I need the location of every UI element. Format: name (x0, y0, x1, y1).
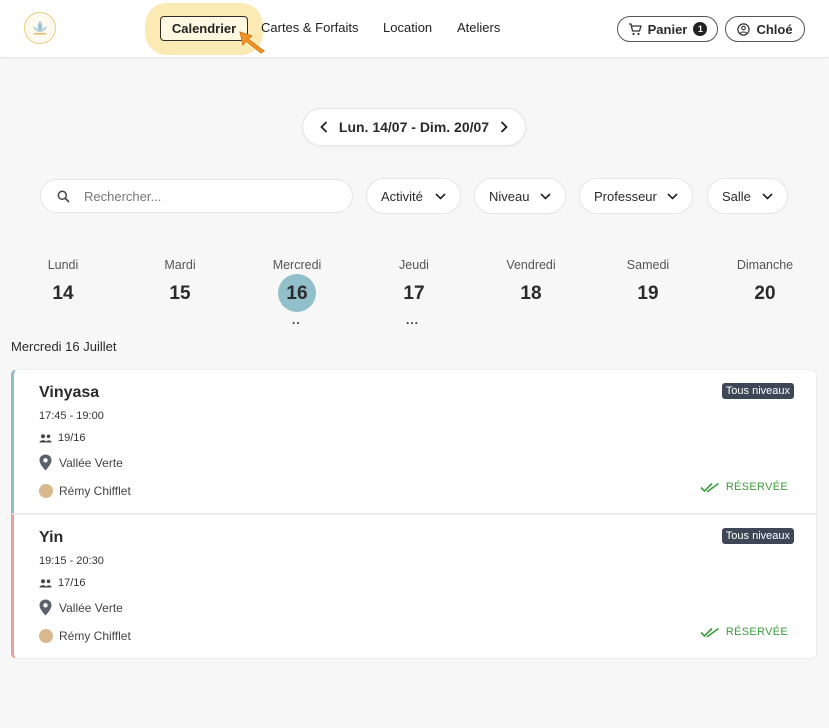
day-name: Dimanche (736, 258, 794, 272)
chevron-down-icon (762, 192, 773, 200)
filter-salle-label: Salle (722, 188, 751, 204)
day-column-dimanche[interactable]: Dimanche 20 (725, 258, 805, 308)
capacity-value: 17/16 (58, 577, 86, 589)
class-teacher: Rémy Chifflet (39, 484, 131, 498)
teacher-avatar (39, 484, 53, 498)
teacher-avatar (39, 629, 53, 643)
day-number: 19 (637, 283, 659, 304)
people-icon (39, 433, 52, 442)
capacity-value: 19/16 (58, 432, 86, 444)
class-capacity: 19/16 (39, 432, 86, 444)
day-column-vendredi[interactable]: Vendredi 18 (491, 258, 571, 308)
chevron-left-icon (320, 121, 328, 133)
day-number: 16 (286, 283, 308, 304)
class-time: 19:15 - 20:30 (39, 555, 104, 567)
filter-professeur[interactable]: Professeur (579, 178, 693, 214)
day-number: 18 (520, 283, 542, 304)
day-number: 15 (169, 283, 191, 304)
day-name: Mardi (164, 258, 196, 272)
lotus-icon (33, 21, 47, 35)
studio-logo[interactable] (24, 12, 56, 44)
day-name: Samedi (626, 258, 670, 272)
filter-niveau[interactable]: Niveau (474, 178, 566, 214)
day-column-jeudi[interactable]: Jeudi 17 (374, 258, 454, 308)
double-check-icon (700, 627, 719, 638)
day-number: 17 (403, 283, 425, 304)
day-name: Lundi (47, 258, 79, 272)
class-card[interactable]: Vinyasa 17:45 - 19:00 19/16 Vallée Verte… (11, 369, 817, 514)
day-name: Mercredi (272, 258, 322, 272)
day-event-dots: .. (292, 313, 301, 327)
selected-date-heading: Mercredi 16 Juillet (11, 339, 117, 354)
prev-week-button[interactable] (315, 118, 333, 136)
class-location: Vallée Verte (39, 454, 123, 471)
chevron-down-icon (435, 192, 446, 200)
cart-icon (628, 22, 642, 35)
location-pin-icon (39, 599, 52, 616)
filter-activite[interactable]: Activité (366, 178, 461, 214)
cart-button[interactable]: Panier 1 (617, 16, 718, 42)
nav-calendrier[interactable]: Calendrier (160, 16, 248, 41)
user-account-button[interactable]: Chloé (725, 16, 805, 42)
location-pin-icon (39, 454, 52, 471)
class-capacity: 17/16 (39, 577, 86, 589)
class-title: Vinyasa (39, 384, 100, 401)
day-name: Vendredi (506, 258, 556, 272)
level-badge: Tous niveaux (721, 383, 794, 399)
search-bar (40, 179, 353, 213)
day-event-dots: ... (406, 313, 420, 327)
search-input[interactable] (84, 188, 314, 204)
cart-label: Panier (647, 21, 688, 37)
status-label: RÉSERVÉE (725, 481, 788, 493)
class-teacher: Rémy Chifflet (39, 629, 131, 643)
filter-salle[interactable]: Salle (707, 178, 788, 214)
chevron-down-icon (540, 192, 551, 200)
day-number: 14 (52, 283, 74, 304)
class-card[interactable]: Yin 19:15 - 20:30 17/16 Vallée Verte Rém… (11, 514, 817, 659)
booking-status: RÉSERVÉE (700, 481, 788, 493)
teacher-name: Rémy Chifflet (59, 484, 131, 498)
location-name: Vallée Verte (59, 455, 123, 470)
chevron-right-icon (500, 121, 508, 133)
class-time: 17:45 - 19:00 (39, 410, 104, 422)
day-number: 20 (754, 283, 776, 304)
week-range-label: Lun. 14/07 - Dim. 20/07 (338, 119, 490, 135)
people-icon (39, 578, 52, 587)
next-week-button[interactable] (495, 118, 513, 136)
day-name: Jeudi (399, 258, 429, 272)
day-column-mercredi[interactable]: Mercredi 16 (257, 258, 337, 308)
search-icon (57, 190, 70, 203)
nav-cartes-forfaits[interactable]: Cartes & Forfaits (261, 20, 359, 35)
location-name: Vallée Verte (59, 600, 123, 615)
booking-status: RÉSERVÉE (700, 626, 788, 638)
filter-professeur-label: Professeur (594, 188, 657, 204)
filter-niveau-label: Niveau (489, 188, 530, 204)
chevron-down-icon (667, 192, 678, 200)
day-column-samedi[interactable]: Samedi 19 (608, 258, 688, 308)
week-navigator: Lun. 14/07 - Dim. 20/07 (302, 108, 526, 146)
cart-count-badge: 1 (693, 22, 708, 36)
day-column-mardi[interactable]: Mardi 15 (140, 258, 220, 308)
level-badge: Tous niveaux (721, 528, 794, 544)
user-name: Chloé (756, 21, 793, 37)
teacher-name: Rémy Chifflet (59, 629, 131, 643)
nav-location[interactable]: Location (383, 20, 432, 35)
status-label: RÉSERVÉE (725, 626, 788, 638)
day-column-lundi[interactable]: Lundi 14 (23, 258, 103, 308)
class-title: Yin (39, 529, 64, 546)
nav-ateliers[interactable]: Ateliers (457, 20, 500, 35)
class-location: Vallée Verte (39, 599, 123, 616)
user-icon (737, 22, 751, 36)
double-check-icon (700, 482, 719, 493)
top-header: Calendrier Cartes & Forfaits Location At… (0, 0, 829, 58)
filter-activite-label: Activité (381, 188, 423, 204)
